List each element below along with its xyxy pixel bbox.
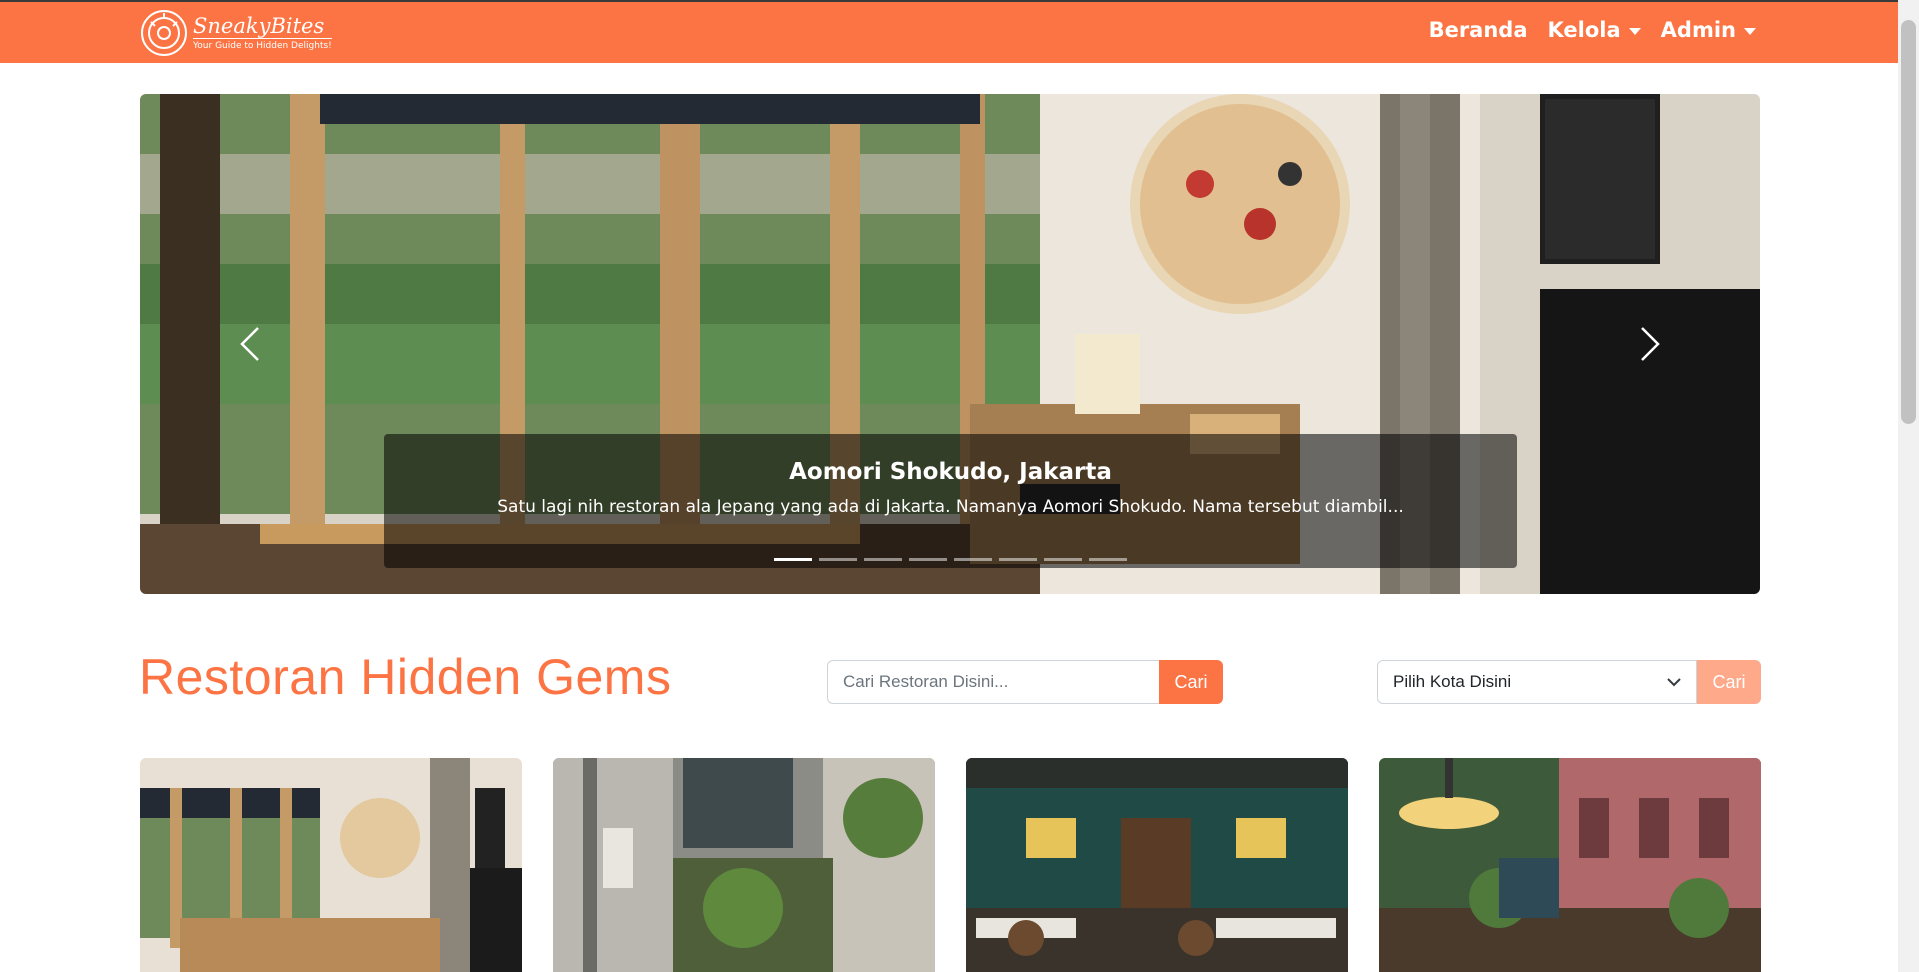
city-search-button[interactable]: Cari [1697, 660, 1761, 704]
brand-name: SneakyBites [193, 14, 325, 38]
chevron-right-icon [1641, 327, 1660, 361]
caret-down-icon [1744, 27, 1756, 35]
restaurant-card[interactable] [1379, 758, 1761, 972]
carousel-title: Aomori Shokudo, Jakarta [789, 459, 1112, 485]
brand-tagline: Your Guide to Hidden Delights! [193, 38, 332, 52]
carousel-indicator[interactable] [863, 558, 902, 561]
city-select-value: Pilih Kota Disini [1393, 672, 1512, 691]
restaurant-card-image [966, 758, 1348, 972]
chevron-down-icon [1667, 677, 1681, 686]
caret-down-icon [1628, 27, 1641, 35]
city-select[interactable]: Pilih Kota Disini [1377, 660, 1697, 704]
scrollbar-thumb[interactable] [1901, 20, 1916, 424]
restaurant-card-image [1379, 758, 1761, 972]
section-title: Restoran Hidden Gems [139, 649, 672, 705]
nav-home-link[interactable]: Beranda [1429, 18, 1528, 42]
nav-admin-label: Admin [1660, 18, 1736, 42]
donut-logo-icon [141, 10, 187, 56]
nav-manage-dropdown[interactable]: Kelola [1548, 18, 1641, 42]
carousel-indicator[interactable] [773, 558, 812, 561]
carousel-indicator[interactable] [818, 558, 857, 561]
restaurant-card-image [140, 758, 522, 972]
restaurant-card[interactable] [553, 758, 935, 972]
restaurant-card[interactable] [966, 758, 1348, 972]
carousel-prev-button[interactable] [140, 94, 360, 594]
carousel-indicator[interactable] [953, 558, 992, 561]
carousel-indicator[interactable] [908, 558, 947, 561]
carousel-indicator[interactable] [1043, 558, 1082, 561]
nav-links: Beranda Kelola Admin [1429, 18, 1756, 42]
featured-carousel: Aomori Shokudo, Jakarta Satu lagi nih re… [140, 94, 1760, 594]
carousel-text: Satu lagi nih restoran ala Jepang yang a… [497, 497, 1404, 517]
carousel-next-button[interactable] [1540, 94, 1760, 594]
nav-manage-label: Kelola [1547, 18, 1621, 42]
carousel-indicators [140, 558, 1760, 561]
search-button[interactable]: Cari [1159, 660, 1223, 704]
navbar: SneakyBites Your Guide to Hidden Delight… [0, 2, 1898, 63]
restaurant-card-image [553, 758, 935, 972]
page-scrollbar[interactable] [1898, 0, 1919, 972]
city-filter-form: Pilih Kota Disini Cari [1377, 660, 1761, 704]
carousel-indicator[interactable] [998, 558, 1037, 561]
carousel-indicator[interactable] [1088, 558, 1127, 561]
restaurant-card[interactable] [140, 758, 522, 972]
restaurant-cards [140, 758, 1761, 972]
nav-home-label: Beranda [1428, 18, 1528, 42]
carousel-caption: Aomori Shokudo, Jakarta Satu lagi nih re… [384, 434, 1517, 568]
restaurant-search-form: Cari [827, 660, 1223, 704]
nav-admin-dropdown[interactable]: Admin [1661, 18, 1756, 42]
chevron-left-icon [240, 327, 259, 361]
brand[interactable]: SneakyBites Your Guide to Hidden Delight… [139, 8, 332, 58]
restaurant-search-input[interactable] [827, 660, 1159, 704]
